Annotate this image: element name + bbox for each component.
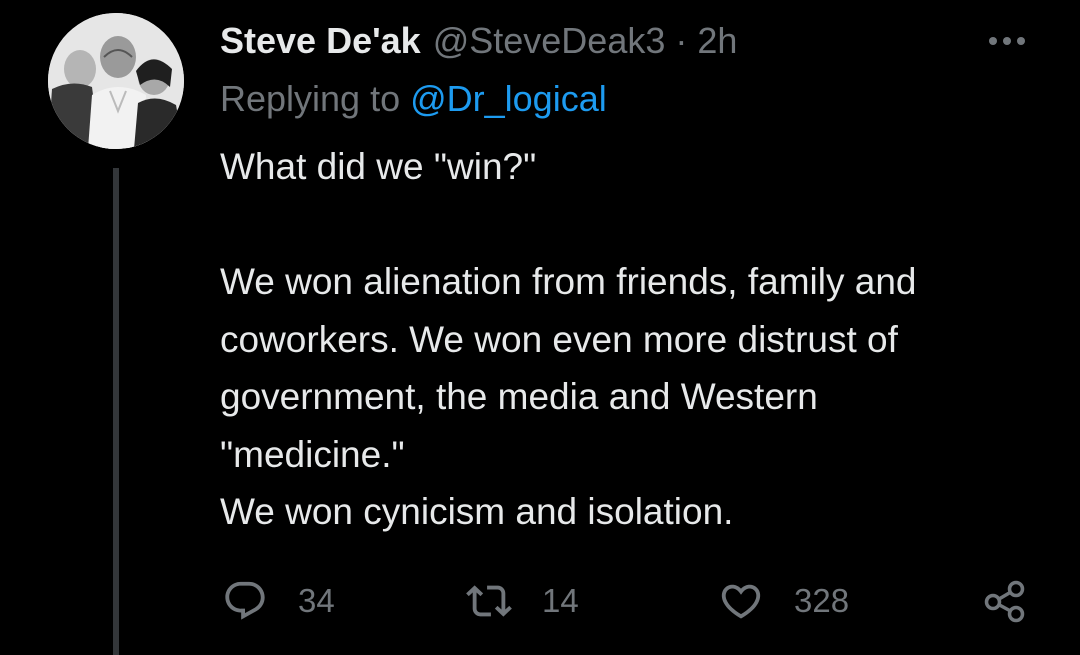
tweet-header: Steve De'ak @SteveDeak3 · 2h [220,16,737,66]
tweet-line: coworkers. We won even more distrust of [220,318,898,360]
action-bar: 34 14 328 [0,573,1080,629]
tweet-line: government, the media and Western [220,376,818,417]
reply-icon [225,581,265,620]
share-icon [984,580,1025,623]
author-handle[interactable]: @SteveDeak3 [433,20,666,62]
author-name[interactable]: Steve De'ak [220,20,421,62]
share-button[interactable] [982,573,1028,629]
retweet-icon [466,585,512,617]
tweet-line-blank [220,196,1050,254]
more-icon [989,37,1025,45]
like-count: 328 [794,582,850,619]
replying-to: Replying to @Dr_logical [220,78,607,120]
retweet-button[interactable]: 14 [466,573,579,629]
retweet-count: 14 [542,582,579,619]
tweet-line: What did we "win?" [220,146,537,187]
timestamp[interactable]: 2h [697,20,737,62]
replying-to-label: Replying to [220,78,411,119]
reply-count: 34 [298,582,335,619]
tweet-line: We won cynicism and isolation. [220,491,734,532]
like-button[interactable]: 328 [718,573,849,629]
profile-photo-icon [48,13,184,149]
reply-button[interactable]: 34 [222,573,335,629]
heart-icon [721,584,761,619]
tweet-line: We won alienation from friends, family a… [220,261,917,302]
more-button[interactable] [984,24,1030,58]
tweet: Steve De'ak @SteveDeak3 · 2h Replying to… [0,0,1080,655]
avatar[interactable] [48,13,184,149]
tweet-text: What did we "win?" We won alienation fro… [220,138,1050,541]
replying-to-link[interactable]: @Dr_logical [410,78,607,119]
tweet-line: "medicine." [220,433,405,475]
separator-dot: · [675,20,688,61]
